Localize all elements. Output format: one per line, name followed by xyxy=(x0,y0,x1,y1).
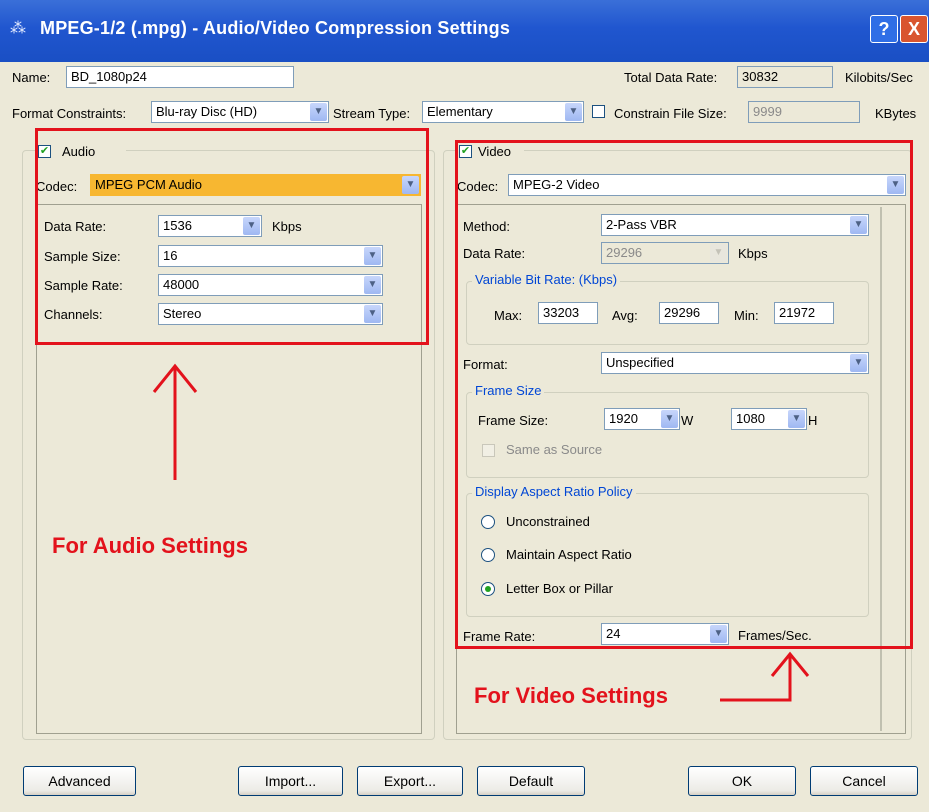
chevron-down-icon[interactable]: ▼ xyxy=(310,103,327,121)
import-button[interactable]: Import... xyxy=(238,766,343,796)
stream-type-label: Stream Type: xyxy=(333,106,411,121)
video-annotation-arrow xyxy=(720,651,810,702)
advanced-button[interactable]: Advanced xyxy=(23,766,136,796)
total-data-rate-label: Total Data Rate: xyxy=(624,70,718,85)
video-annotation-text: For Video Settings xyxy=(474,683,668,708)
stream-type-value: Elementary xyxy=(427,104,493,119)
app-icon: ⁂ xyxy=(10,20,26,37)
close-button[interactable]: X xyxy=(900,15,928,43)
audio-highlight-box xyxy=(35,128,429,345)
total-data-rate-value: 30832 xyxy=(737,66,833,88)
format-constraints-value: Blu-ray Disc (HD) xyxy=(156,104,258,119)
constrain-file-size-checkbox[interactable] xyxy=(592,105,605,118)
window-title: MPEG-1/2 (.mpg) - Audio/Video Compressio… xyxy=(40,18,511,38)
video-highlight-box xyxy=(455,140,913,649)
help-button[interactable]: ? xyxy=(870,15,898,43)
constrain-file-size-unit: KBytes xyxy=(875,106,917,121)
format-constraints-dropdown[interactable]: Blu-ray Disc (HD) ▼ xyxy=(151,101,329,123)
name-input[interactable]: BD_1080p24 xyxy=(66,66,294,88)
cancel-button[interactable]: Cancel xyxy=(810,766,918,796)
constrain-file-size-input[interactable]: 9999 xyxy=(748,101,860,123)
chevron-down-icon[interactable]: ▼ xyxy=(565,103,582,121)
total-data-rate-unit: Kilobits/Sec xyxy=(845,70,913,85)
export-button[interactable]: Export... xyxy=(357,766,463,796)
name-label: Name: xyxy=(12,70,51,85)
audio-annotation-arrow xyxy=(152,363,198,480)
ok-button[interactable]: OK xyxy=(688,766,796,796)
audio-annotation-text: For Audio Settings xyxy=(52,533,248,558)
constrain-file-size-label: Constrain File Size: xyxy=(614,106,727,121)
default-button[interactable]: Default xyxy=(477,766,585,796)
stream-type-dropdown[interactable]: Elementary ▼ xyxy=(422,101,584,123)
title-bar[interactable]: ⁂ MPEG-1/2 (.mpg) - Audio/Video Compress… xyxy=(0,0,929,62)
format-constraints-label: Format Constraints: xyxy=(12,106,127,121)
